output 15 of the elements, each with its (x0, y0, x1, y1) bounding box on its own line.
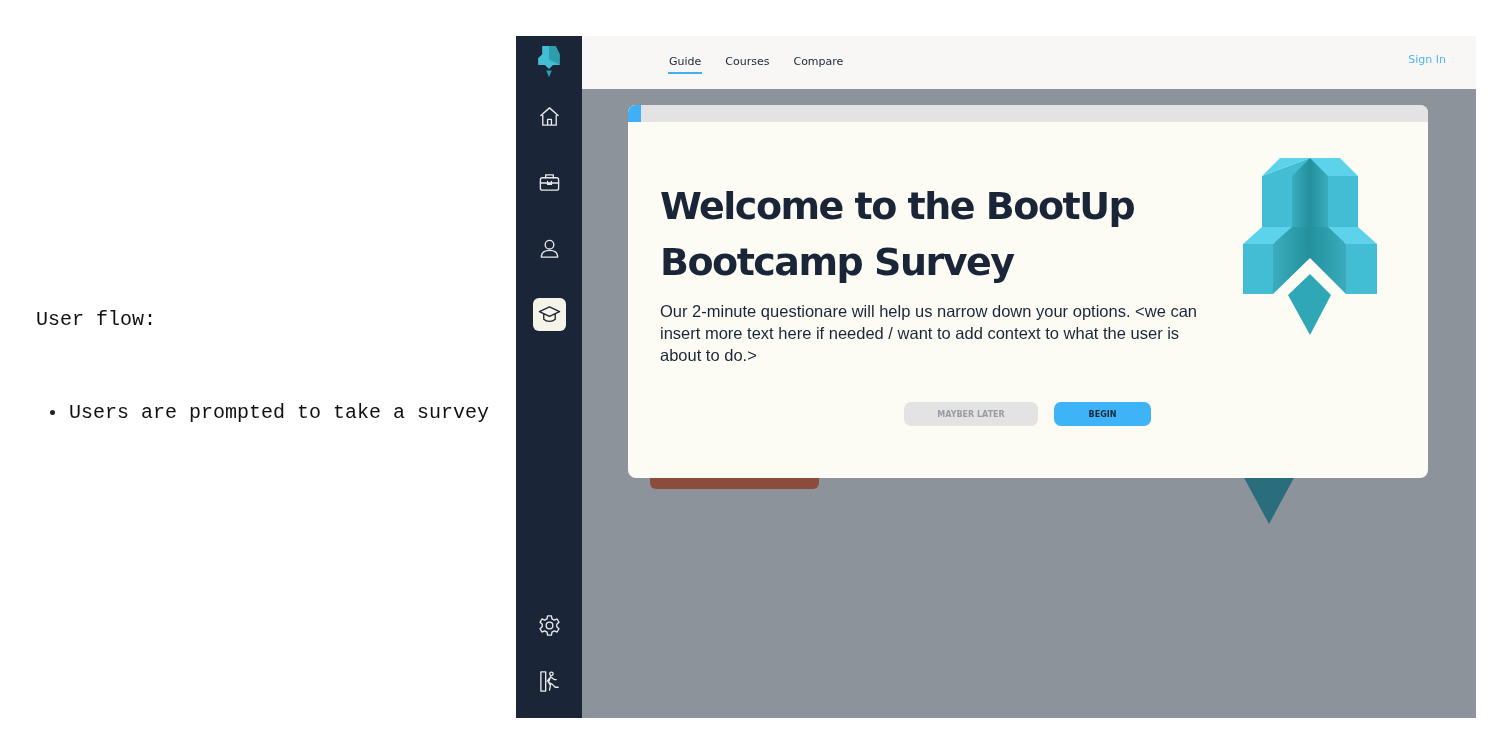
nav-tab[interactable]: Courses (724, 51, 771, 74)
briefcase-icon (537, 171, 561, 194)
settings-icon (537, 614, 561, 637)
notes-heading: User flow: (36, 308, 158, 331)
nav-tab[interactable]: Compare (792, 51, 845, 74)
nav-tab[interactable]: Guide (668, 51, 703, 74)
graduation-nav-button[interactable] (532, 298, 566, 331)
home-icon (537, 105, 561, 128)
begin-button[interactable]: BEGIN (1054, 402, 1151, 426)
bullet-icon (50, 410, 55, 415)
dialog-description: Our 2-minute questionare will help us narrow down your options. <we can insert more text here if needed / want to add context to what the user is about to do.> (660, 301, 1198, 366)
dialog-heading: Welcome to the BootUp Bootcamp Survey (660, 183, 1136, 286)
corner-mark-icon (628, 105, 641, 122)
note-bullet-text: Users are prompted to take a survey (69, 401, 490, 424)
exit-running-person-icon (537, 670, 561, 693)
